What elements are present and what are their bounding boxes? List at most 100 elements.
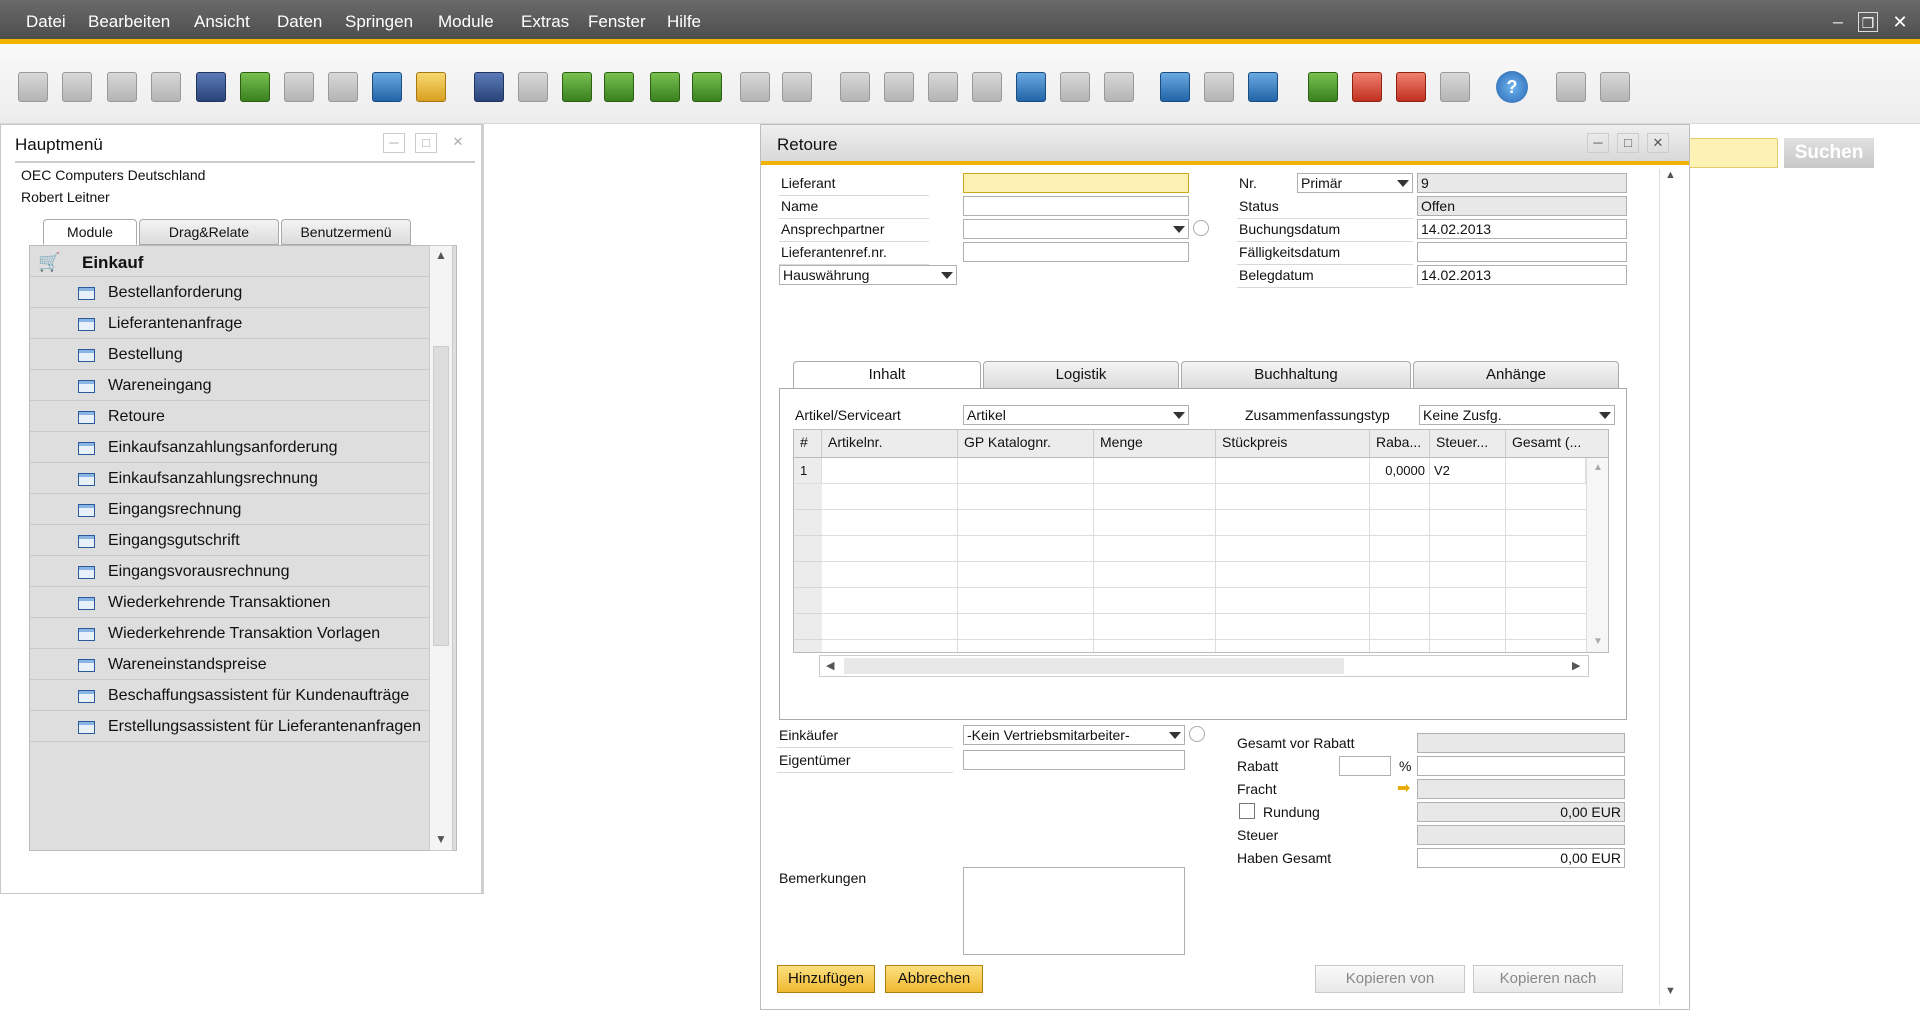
form-settings-icon[interactable]: [1556, 72, 1586, 102]
menu-springen[interactable]: Springen: [345, 12, 413, 32]
list-item[interactable]: Einkaufsanzahlungsanforderung: [30, 432, 430, 463]
list-item[interactable]: Eingangsrechnung: [30, 494, 430, 525]
target-document-icon[interactable]: [884, 72, 914, 102]
next-record-icon[interactable]: [650, 72, 680, 102]
window-close-icon[interactable]: ✕: [1647, 133, 1669, 153]
tab-logistik[interactable]: Logistik: [983, 361, 1179, 389]
bemerkungen-textarea[interactable]: [963, 867, 1185, 955]
table-cell[interactable]: [1506, 458, 1586, 484]
base-document-icon[interactable]: [840, 72, 870, 102]
list-item[interactable]: Wiederkehrende Transaktion Vorlagen: [30, 618, 430, 649]
cancel-button[interactable]: Abbrechen: [885, 965, 983, 993]
document-settings-icon[interactable]: [1204, 72, 1234, 102]
panel-maximize-icon[interactable]: □: [415, 133, 437, 153]
table-cell[interactable]: [1094, 458, 1216, 484]
window-scrollbar[interactable]: ▲ ▼: [1659, 169, 1681, 1005]
list-item[interactable]: Eingangsgutschrift: [30, 525, 430, 556]
database-icon[interactable]: [1248, 72, 1278, 102]
currency-select[interactable]: Hauswährung: [779, 265, 957, 285]
gross-profit-icon[interactable]: [1016, 72, 1046, 102]
layout-icon[interactable]: [1600, 72, 1630, 102]
list-item[interactable]: Einkaufsanzahlungsrechnung: [30, 463, 430, 494]
list-item[interactable]: Wareneingang: [30, 370, 430, 401]
column-header[interactable]: Raba...: [1370, 430, 1430, 458]
scroll-down-icon[interactable]: ▼: [1665, 985, 1676, 997]
scroll-thumb[interactable]: [844, 658, 1344, 674]
section-einkauf[interactable]: 🛒 Einkauf: [30, 246, 430, 277]
column-header[interactable]: Menge: [1094, 430, 1216, 458]
table-cell[interactable]: [958, 458, 1094, 484]
module-list-scrollbar[interactable]: ▲ ▼: [429, 245, 453, 851]
series-select[interactable]: Primär: [1297, 173, 1413, 193]
help-icon[interactable]: ?: [1496, 71, 1528, 103]
column-header[interactable]: #: [794, 430, 822, 458]
settings-icon[interactable]: [1104, 72, 1134, 102]
zusammenfassung-select[interactable]: Keine Zusfg.: [1419, 405, 1615, 425]
print-icon[interactable]: [62, 72, 92, 102]
sort-icon[interactable]: [782, 72, 812, 102]
menu-daten[interactable]: Daten: [277, 12, 322, 32]
panel-minimize-icon[interactable]: ─: [383, 133, 405, 153]
list-item[interactable]: Bestellung: [30, 339, 430, 370]
email-icon[interactable]: [107, 72, 137, 102]
calendar-icon[interactable]: [1396, 72, 1426, 102]
list-item[interactable]: Wiederkehrende Transaktionen: [30, 587, 430, 618]
list-item[interactable]: Eingangsvorausrechnung: [30, 556, 430, 587]
list-item[interactable]: Lieferantenanfrage: [30, 308, 430, 339]
ansprechpartner-select[interactable]: [963, 219, 1189, 239]
lock-document-icon[interactable]: [416, 72, 446, 102]
list-item[interactable]: Bestellanforderung: [30, 277, 430, 308]
search-button[interactable]: Suchen: [1784, 138, 1874, 168]
lieferant-input[interactable]: [963, 173, 1189, 193]
scroll-down-icon[interactable]: ▼: [435, 832, 447, 846]
tab-benutzermenue[interactable]: Benutzermenü: [281, 219, 411, 245]
currency-icon[interactable]: [1060, 72, 1090, 102]
rundung-checkbox[interactable]: [1239, 803, 1255, 819]
column-header[interactable]: Artikelnr.: [822, 430, 958, 458]
copy-to-button[interactable]: Kopieren nach: [1473, 965, 1623, 993]
last-record-icon[interactable]: [692, 72, 722, 102]
find-icon[interactable]: [474, 72, 504, 102]
network-icon[interactable]: [1440, 72, 1470, 102]
rabatt-percent-input[interactable]: [1339, 756, 1391, 776]
list-item[interactable]: Wareneinstandspreise: [30, 649, 430, 680]
menu-ansicht[interactable]: Ansicht: [194, 12, 250, 32]
scroll-up-icon[interactable]: ▲: [1665, 169, 1676, 181]
edit-icon[interactable]: [1160, 72, 1190, 102]
column-header[interactable]: Steuer...: [1430, 430, 1506, 458]
details-icon[interactable]: [1189, 726, 1205, 742]
app-minimize-icon[interactable]: ─: [1828, 12, 1848, 32]
calendar-list-icon[interactable]: [1308, 72, 1338, 102]
table-cell[interactable]: [822, 458, 958, 484]
move-icon[interactable]: [372, 72, 402, 102]
table-cell[interactable]: [1216, 458, 1370, 484]
column-header[interactable]: Stückpreis: [1216, 430, 1370, 458]
panel-close-icon[interactable]: ✕: [447, 133, 469, 153]
tab-module[interactable]: Module: [43, 219, 137, 245]
grid-hscroll[interactable]: ◀ ▶: [819, 655, 1589, 677]
list-item[interactable]: Beschaffungsassistent für Kundenaufträge: [30, 680, 430, 711]
menu-bearbeiten[interactable]: Bearbeiten: [88, 12, 170, 32]
add-button[interactable]: Hinzufügen: [777, 965, 875, 993]
column-header[interactable]: GP Katalognr.: [958, 430, 1094, 458]
column-header[interactable]: Gesamt (...: [1506, 430, 1608, 458]
scroll-left-icon[interactable]: ◀: [826, 659, 834, 672]
artikel-select[interactable]: Artikel: [963, 405, 1189, 425]
list-item[interactable]: Retoure: [30, 401, 430, 432]
journal-icon[interactable]: [928, 72, 958, 102]
eigentuemer-input[interactable]: [963, 750, 1185, 770]
pdf-export-icon[interactable]: [328, 72, 358, 102]
scroll-up-icon[interactable]: ▲: [1593, 462, 1603, 473]
tab-drag-relate[interactable]: Drag&Relate: [139, 219, 279, 245]
preview-icon[interactable]: [18, 72, 48, 102]
table-cell[interactable]: V2: [1430, 458, 1506, 484]
app-close-icon[interactable]: ✕: [1890, 12, 1910, 32]
previous-record-icon[interactable]: [604, 72, 634, 102]
menu-hilfe[interactable]: Hilfe: [667, 12, 701, 32]
menu-datei[interactable]: Datei: [26, 12, 66, 32]
table-cell[interactable]: 0,0000: [1370, 458, 1430, 484]
einkaeufer-select[interactable]: -Kein Vertriebsmitarbeiter-: [963, 725, 1185, 745]
payment-icon[interactable]: [972, 72, 1002, 102]
faelligkeitsdatum-input[interactable]: [1417, 242, 1627, 262]
search-input[interactable]: [1688, 138, 1778, 168]
